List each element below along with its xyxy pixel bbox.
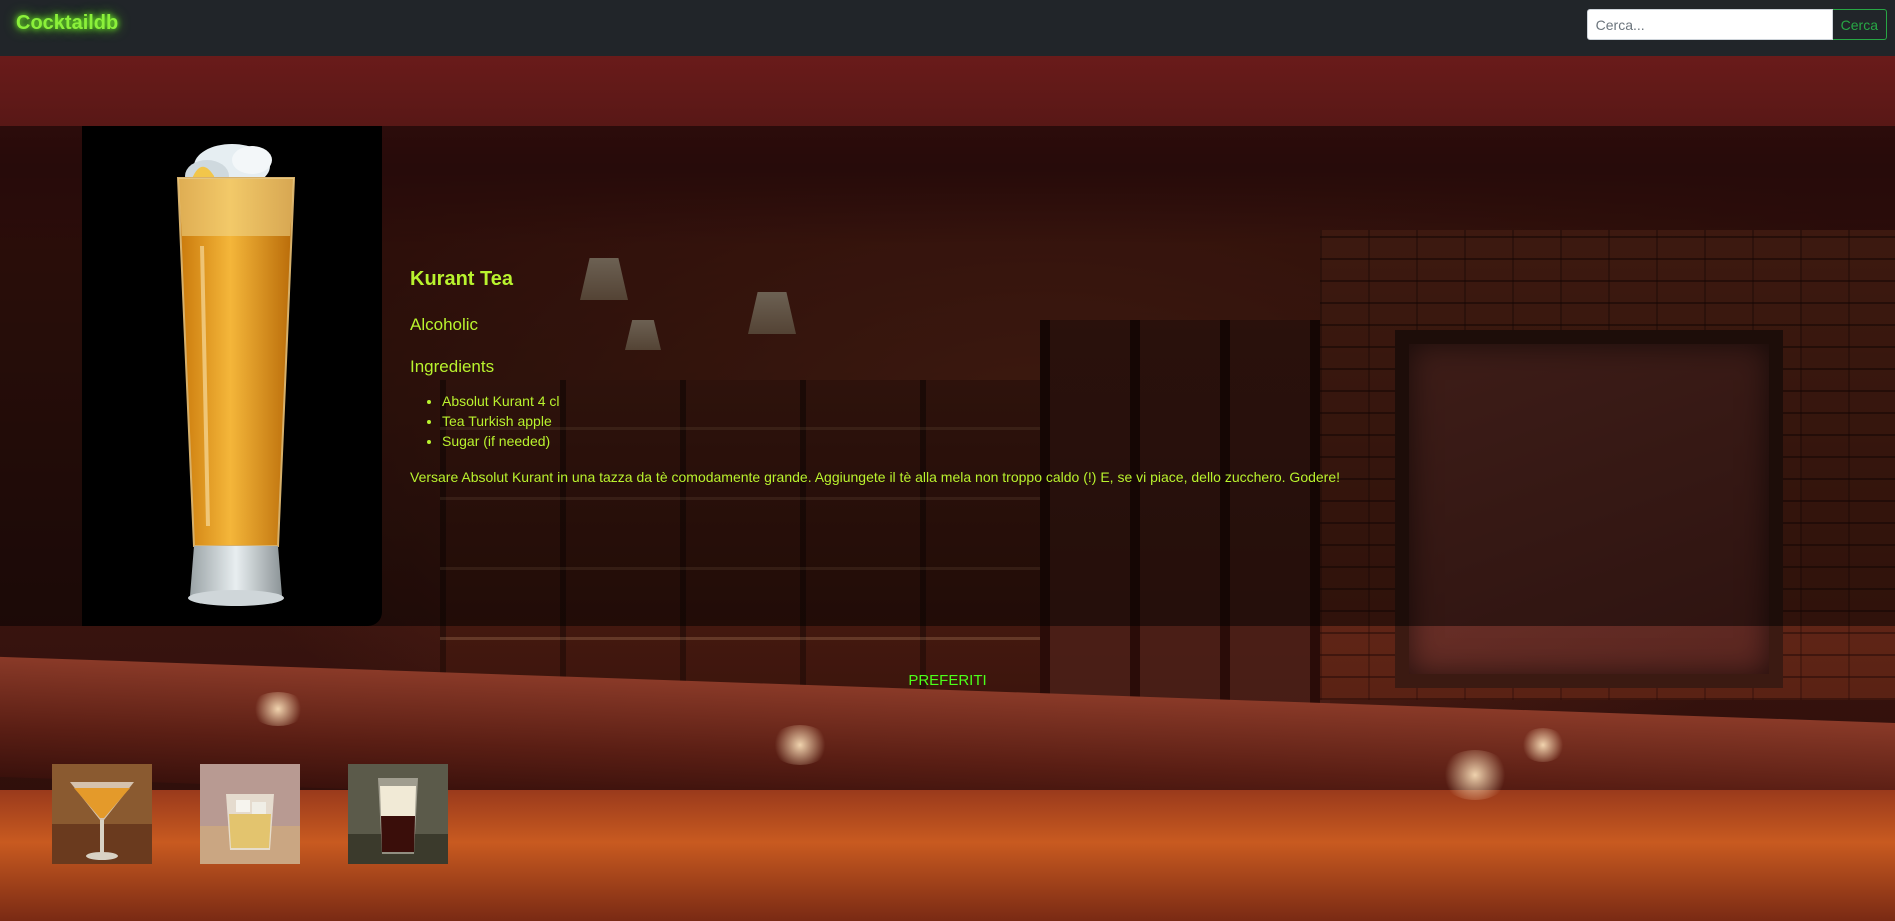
navbar: Cocktaildb Cerca bbox=[0, 0, 1895, 56]
candle-glow bbox=[1440, 750, 1510, 800]
favorite-drink-thumbnail[interactable] bbox=[52, 764, 152, 864]
candle-glow bbox=[1520, 728, 1566, 762]
favorites-heading: PREFERITI bbox=[908, 672, 987, 689]
list-item: Absolut Kurant 4 cl bbox=[442, 391, 1340, 411]
candle-glow bbox=[250, 692, 306, 726]
ingredients-heading: Ingredients bbox=[410, 357, 495, 376]
search-form: Cerca bbox=[1586, 9, 1887, 40]
list-item: Sugar (if needed) bbox=[442, 431, 1340, 451]
candle-glow bbox=[770, 725, 830, 765]
layered-shot-icon bbox=[348, 764, 448, 864]
search-input[interactable] bbox=[1586, 9, 1833, 40]
drink-category: Alcoholic bbox=[410, 315, 479, 334]
drink-instructions: Versare Absolut Kurant in una tazza da t… bbox=[410, 469, 1341, 485]
highball-glass-icon bbox=[176, 144, 296, 606]
list-item: Tea Turkish apple bbox=[442, 411, 1340, 431]
rocks-glass-icon bbox=[200, 764, 300, 864]
drink-image bbox=[82, 126, 382, 626]
drink-name: Kurant Tea bbox=[410, 268, 513, 290]
ingredients-list: Absolut Kurant 4 cl Tea Turkish apple Su… bbox=[410, 391, 1340, 451]
search-button[interactable]: Cerca bbox=[1832, 9, 1887, 40]
brand-logo[interactable]: Cocktaildb bbox=[16, 12, 118, 35]
favorite-drink-thumbnail[interactable] bbox=[348, 764, 448, 864]
drink-info: Kurant Tea Alcoholic Ingredients Absolut… bbox=[410, 268, 1340, 485]
martini-glass-icon bbox=[52, 764, 152, 864]
favorite-drink-thumbnail[interactable] bbox=[200, 764, 300, 864]
